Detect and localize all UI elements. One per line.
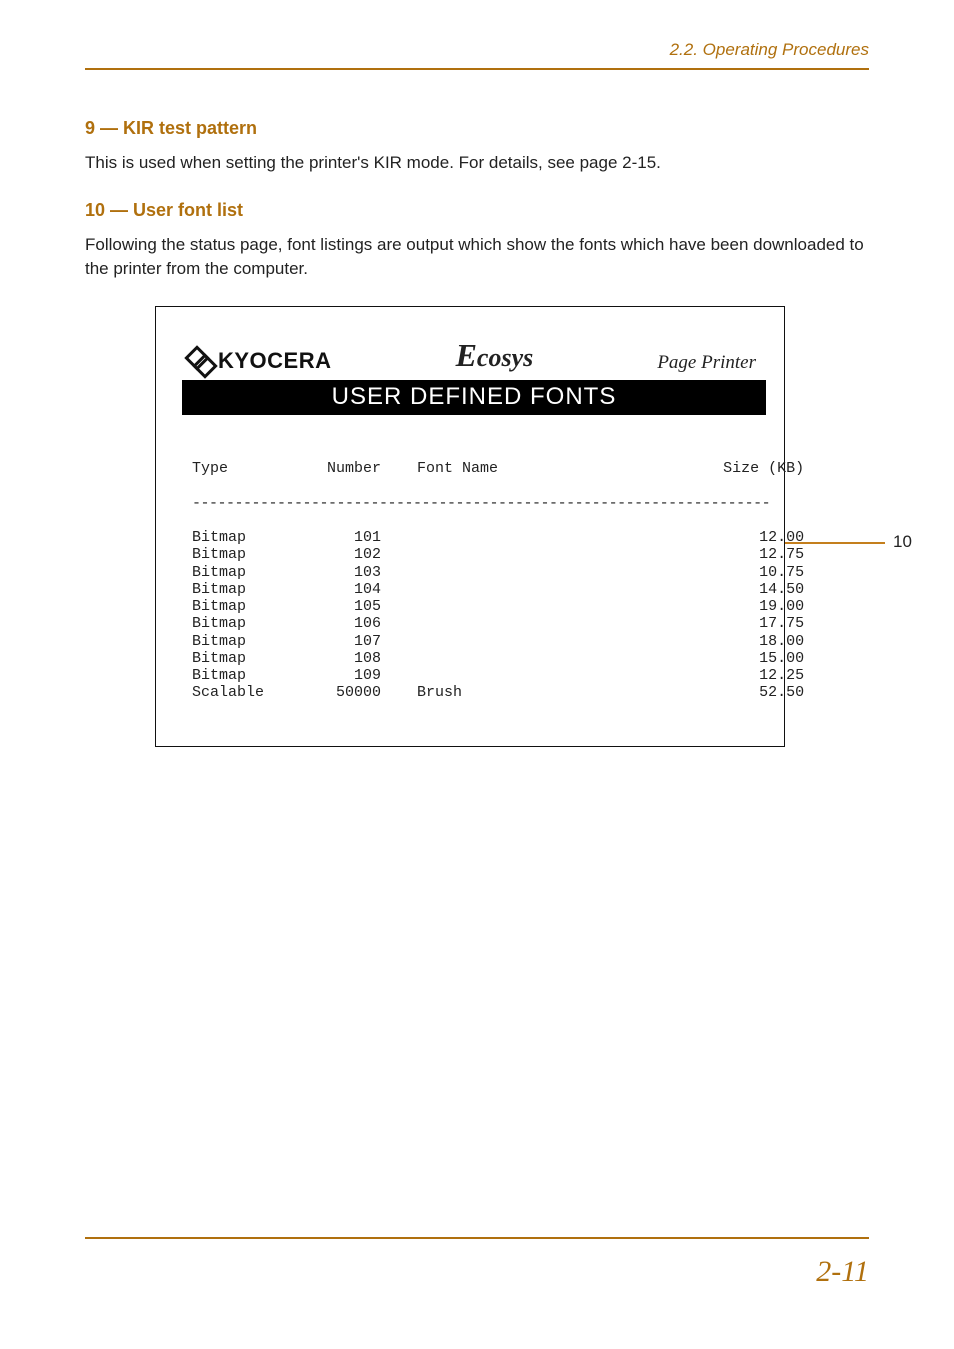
section-9-heading: 9 — KIR test pattern [85,118,869,139]
table-row: Bitmap 107 18.00 [192,633,756,650]
sample-title-bar: USER DEFINED FONTS [182,380,766,415]
table-row: Bitmap 108 15.00 [192,650,756,667]
ecosys-logo: Ecosys [332,337,658,374]
table-row: Bitmap 104 14.50 [192,581,756,598]
kyocera-logo: KYOCERA [188,348,332,374]
callout-number: 10 [893,532,912,552]
section-10-heading: 10 — User font list [85,200,869,221]
sample-header-row: KYOCERA Ecosys Page Printer [184,337,764,380]
font-table: Type Number Font Name Size (KB) --------… [184,443,764,736]
table-row: Bitmap 103 10.75 [192,564,756,581]
table-row: Scalable 50000 Brush 52.50 [192,684,756,701]
page-printer-label: Page Printer [657,352,756,374]
table-row: Bitmap 109 12.25 [192,667,756,684]
callout-leader-line [785,542,885,544]
table-row: Bitmap 101 12.00 [192,529,756,546]
page-number: 2-11 [816,1255,869,1289]
kyocera-mark-icon [188,349,212,373]
table-divider: ----------------------------------------… [192,495,756,512]
sample-printout-box: KYOCERA Ecosys Page Printer USER DEFINED… [155,306,785,747]
table-row: Bitmap 106 17.75 [192,615,756,632]
footer-rule [85,1237,869,1239]
table-row: Bitmap 102 12.75 [192,546,756,563]
running-header: 2.2. Operating Procedures [85,40,869,68]
table-row: Bitmap 105 19.00 [192,598,756,615]
section-reference: 2.2. Operating Procedures [670,40,869,59]
section-10-body: Following the status page, font listings… [85,233,869,282]
sample-figure: KYOCERA Ecosys Page Printer USER DEFINED… [155,306,869,747]
section-9-body: This is used when setting the printer's … [85,151,869,176]
table-header-row: Type Number Font Name Size (KB) [192,460,756,477]
kyocera-text: KYOCERA [218,348,332,374]
header-rule [85,68,869,70]
